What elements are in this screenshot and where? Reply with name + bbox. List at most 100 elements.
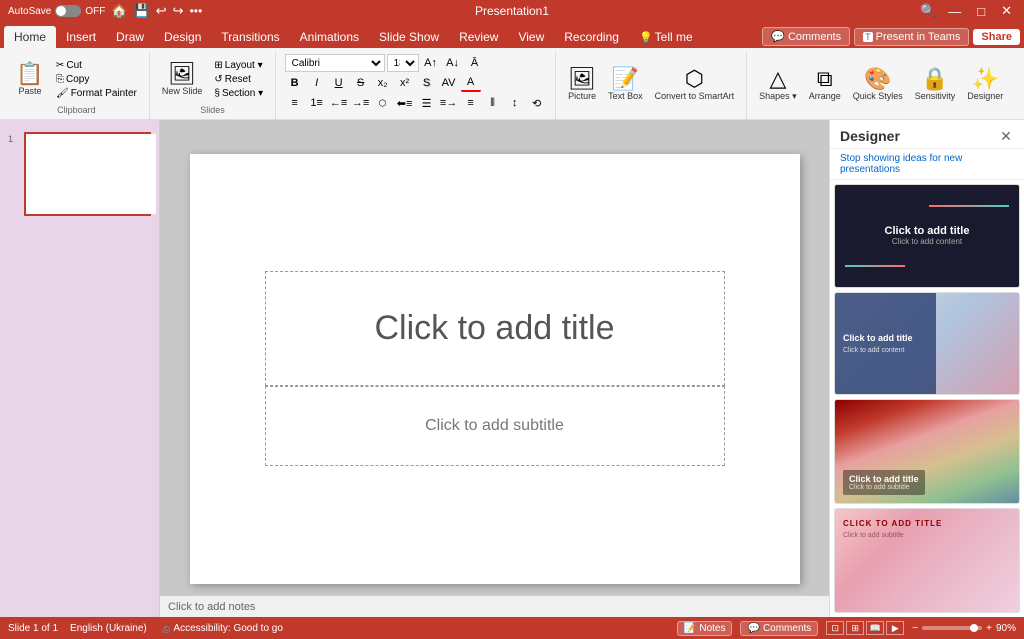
designer-btn[interactable]: ✨ Designer [963, 66, 1007, 103]
picture-btn[interactable]: 🖼 Picture [564, 66, 600, 103]
copy-btn[interactable]: ⎘ Copy [52, 73, 141, 86]
slide-number: 1 [8, 134, 13, 144]
cut-btn[interactable]: ✂ Cut [52, 59, 141, 72]
home-icon[interactable]: 🏠 [111, 3, 127, 19]
font-color-btn[interactable]: A [461, 74, 481, 92]
comments-status-btn[interactable]: 💬 Comments [740, 621, 818, 636]
superscript-btn[interactable]: x² [395, 74, 415, 92]
smartart-btn[interactable]: ⬡ [373, 94, 393, 112]
numbering-btn[interactable]: 1≡ [307, 94, 327, 112]
template-card-3[interactable]: Click to add title Click to add subtitle [834, 399, 1020, 504]
tab-insert[interactable]: Insert [56, 26, 106, 48]
more-icon[interactable]: ••• [190, 4, 203, 18]
subscript-btn[interactable]: x₂ [373, 74, 393, 92]
decrease-indent-btn[interactable]: ←≡ [329, 94, 349, 112]
picture-label: Picture [568, 91, 596, 101]
italic-btn[interactable]: I [307, 74, 327, 92]
reading-view-btn[interactable]: 📖 [866, 621, 884, 635]
new-slide-btn[interactable]: 🖼 New Slide [158, 61, 207, 98]
zoom-out-btn[interactable]: − [912, 623, 918, 634]
sensitivity-btn[interactable]: 🔒 Sensitivity [911, 66, 960, 103]
bullets-btn[interactable]: ≡ [285, 94, 305, 112]
char-spacing-btn[interactable]: AV [439, 74, 459, 92]
maximize-btn[interactable]: □ [973, 4, 989, 19]
slide-info: Slide 1 of 1 [8, 623, 58, 634]
layout-btn[interactable]: ⊞ Layout ▾ [210, 59, 267, 72]
tab-slideshow[interactable]: Slide Show [369, 26, 449, 48]
paste-btn[interactable]: 📋 Paste [12, 61, 48, 98]
tab-view[interactable]: View [508, 26, 554, 48]
zoom-in-btn[interactable]: + [986, 623, 992, 634]
clear-format-btn[interactable]: Ā [465, 54, 485, 72]
redo-icon[interactable]: ↪ [173, 3, 184, 19]
comments-btn[interactable]: 💬 Comments [762, 27, 850, 46]
slides-content: 🖼 New Slide ⊞ Layout ▾ ↺ Reset § Section… [158, 54, 267, 105]
search-icon[interactable]: 🔍 [920, 3, 936, 19]
share-btn[interactable]: Share [973, 29, 1020, 45]
bold-btn[interactable]: B [285, 74, 305, 92]
tab-tell-me[interactable]: 💡 Tell me [629, 26, 703, 48]
align-left-btn[interactable]: ⬅≡ [395, 94, 415, 112]
comments-status-icon: 💬 [747, 623, 759, 634]
tell-me-label: Tell me [655, 30, 693, 44]
arrange-btn[interactable]: ⧉ Arrange [805, 66, 845, 103]
align-center-btn[interactable]: ☰ [417, 94, 437, 112]
lightbulb-icon: 💡 [639, 31, 653, 44]
underline-btn[interactable]: U [329, 74, 349, 92]
template-card-2[interactable]: Click to add title Click to add content [834, 292, 1020, 396]
shapes-btn[interactable]: △ Shapes ▾ [755, 66, 801, 104]
slide-canvas[interactable]: Click to add title Click to add subtitle [190, 154, 800, 584]
text-direction-btn[interactable]: ⟲ [527, 94, 547, 112]
textbox-btn[interactable]: 📝 Text Box [604, 66, 647, 103]
undo-icon[interactable]: ↩ [156, 3, 167, 19]
convert-smartart-btn[interactable]: ⬡ Convert to SmartArt [651, 66, 739, 103]
title-placeholder[interactable]: Click to add title [265, 271, 725, 386]
template-card-1[interactable]: Click to add title Click to add content [834, 184, 1020, 288]
ribbon-right-actions: 💬 Comments T Present in Teams Share [762, 27, 1020, 48]
minimize-btn[interactable]: — [944, 4, 965, 19]
autosave-toggle-pill[interactable] [55, 5, 81, 17]
font-grow-btn[interactable]: A↑ [421, 54, 441, 72]
normal-view-btn[interactable]: ⊡ [826, 621, 844, 635]
tab-draw[interactable]: Draw [106, 26, 154, 48]
template-card-4[interactable]: CLICK TO ADD TITLE Click to add subtitle [834, 508, 1020, 613]
save-icon[interactable]: 💾 [134, 3, 150, 19]
increase-indent-btn[interactable]: →≡ [351, 94, 371, 112]
tmpl2-left: Click to add title Click to add content [835, 293, 936, 395]
tab-animations[interactable]: Animations [290, 26, 369, 48]
slideshow-btn[interactable]: ▶ [886, 621, 904, 635]
layout-icon: ⊞ [214, 60, 222, 71]
align-right-btn[interactable]: ≡→ [439, 94, 459, 112]
close-btn[interactable]: ✕ [997, 3, 1016, 19]
format-painter-btn[interactable]: 🖌 Format Painter [52, 87, 141, 100]
slide-thumb[interactable] [24, 132, 151, 216]
font-row1: Calibri 18 A↑ A↓ Ā [285, 54, 485, 72]
shadow-btn[interactable]: S [417, 74, 437, 92]
notes-btn[interactable]: 📝 Notes [677, 621, 733, 636]
font-shrink-btn[interactable]: A↓ [443, 54, 463, 72]
tab-home[interactable]: Home [4, 26, 56, 48]
designer-close-btn[interactable]: ✕ [998, 128, 1014, 144]
tab-recording[interactable]: Recording [554, 26, 629, 48]
present-btn[interactable]: T Present in Teams [854, 28, 969, 46]
reset-btn[interactable]: ↺ Reset [210, 73, 267, 86]
subtitle-placeholder[interactable]: Click to add subtitle [265, 386, 725, 466]
font-name-select[interactable]: Calibri [285, 54, 385, 72]
zoom-slider[interactable] [922, 626, 982, 630]
justify-btn[interactable]: ≡ [461, 94, 481, 112]
font-size-select[interactable]: 18 [387, 54, 419, 72]
section-btn[interactable]: § Section ▾ [210, 87, 267, 100]
tmpl3-subtitle: Click to add subtitle [849, 484, 919, 491]
autosave-toggle[interactable]: AutoSave OFF [8, 5, 105, 17]
tab-design[interactable]: Design [154, 26, 211, 48]
picture-icon: 🖼 [568, 68, 596, 90]
tab-review[interactable]: Review [449, 26, 508, 48]
columns-btn[interactable]: ⫴ [483, 94, 503, 112]
quick-styles-btn[interactable]: 🎨 Quick Styles [849, 66, 907, 103]
slide-sorter-btn[interactable]: ⊞ [846, 621, 864, 635]
designer-link[interactable]: Stop showing ideas for new presentations [830, 149, 1024, 180]
line-spacing-btn[interactable]: ↕ [505, 94, 525, 112]
strikethrough-btn[interactable]: S [351, 74, 371, 92]
tab-transitions[interactable]: Transitions [211, 26, 289, 48]
notes-bar[interactable]: Click to add notes [160, 595, 829, 617]
